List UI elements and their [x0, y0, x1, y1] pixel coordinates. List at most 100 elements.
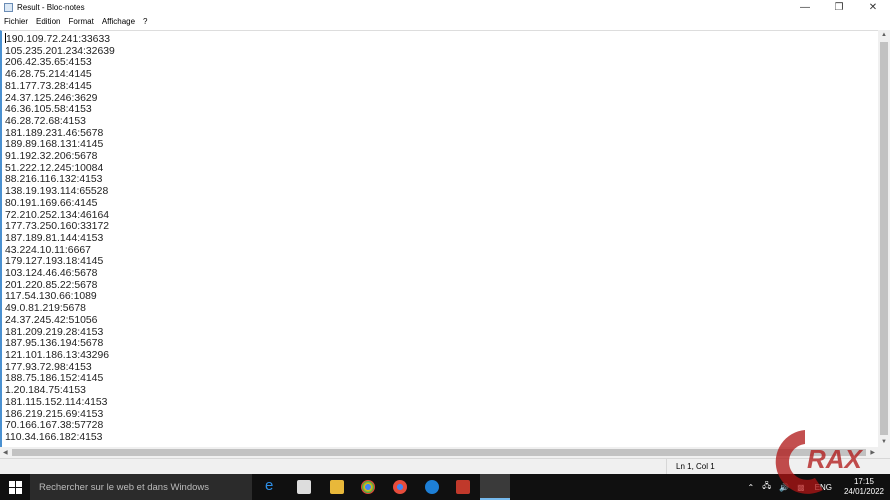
line-text: 81.177.73.28:4145	[5, 80, 92, 92]
chrome-icon[interactable]	[361, 480, 375, 494]
scroll-down-icon[interactable]: ▼	[881, 439, 887, 445]
network-icon[interactable]: 🖧	[758, 480, 775, 494]
line-text: 51.222.12.245:10084	[5, 162, 104, 174]
line-text: 24.37.125.246:3629	[5, 92, 98, 104]
text-line: 1.20.184.75:4153	[5, 385, 878, 397]
text-line: 46.28.72.68:4153	[5, 116, 878, 128]
scroll-right-icon[interactable]: ▶	[870, 449, 875, 456]
close-icon[interactable]: ✕	[856, 0, 890, 14]
line-text: 88.216.116.132:4153	[5, 174, 103, 186]
text-line: 91.192.32.206:5678	[5, 151, 878, 163]
line-text: 188.75.186.152:4145	[5, 373, 104, 385]
chevron-up-icon[interactable]: ⌃	[744, 483, 759, 492]
window-title: Result - Bloc-notes	[17, 2, 85, 12]
status-bar: Ln 1, Col 1	[0, 458, 890, 475]
text-line: 81.177.73.28:4145	[5, 81, 878, 93]
text-line: 181.115.152.114:4153	[5, 397, 878, 409]
line-text: 70.166.167.38:57728	[5, 420, 104, 432]
line-text: 1.20.184.75:4153	[5, 385, 86, 397]
menu-bar: Fichier Edition Format Affichage ?	[0, 14, 890, 28]
line-text: 177.73.250.160:33172	[5, 221, 110, 233]
notification-icon[interactable]: ▩	[793, 483, 809, 492]
scroll-up-icon[interactable]: ▲	[881, 32, 887, 38]
line-text: 187.95.136.194:5678	[5, 338, 104, 350]
windows-start-icon[interactable]	[0, 474, 30, 500]
volume-icon[interactable]: 🔊	[775, 483, 793, 492]
scroll-corner	[878, 447, 890, 458]
text-line: 138.19.193.114:65528	[5, 186, 878, 198]
text-line: 189.89.168.131:4145	[5, 139, 878, 151]
line-text: 103.124.46.46:5678	[5, 268, 98, 280]
horizontal-scrollbar[interactable]: ◀ ▶	[0, 447, 878, 458]
scroll-left-icon[interactable]: ◀	[3, 449, 8, 456]
title-bar: Result - Bloc-notes — ❐ ✕	[0, 0, 890, 14]
text-line: 206.42.35.65:4153	[5, 57, 878, 69]
line-text: 181.209.219.28:4153	[5, 326, 104, 338]
line-text: 43.224.10.11:6667	[5, 244, 91, 256]
menu-affichage[interactable]: Affichage	[98, 17, 139, 26]
globe-icon[interactable]	[425, 480, 439, 494]
text-line: 24.37.125.246:3629	[5, 93, 878, 105]
line-text: 181.189.231.46:5678	[5, 127, 104, 139]
line-text: 46.28.75.214:4145	[5, 69, 92, 81]
app-icon[interactable]	[456, 480, 470, 494]
horizontal-scroll-thumb[interactable]	[12, 449, 866, 456]
menu-format[interactable]: Format	[64, 17, 97, 26]
store-icon[interactable]	[297, 480, 311, 494]
menu-help[interactable]: ?	[139, 17, 151, 26]
taskbar: Rechercher sur le web et dans Windows e …	[0, 474, 890, 500]
status-divider	[666, 459, 667, 475]
language-indicator[interactable]: ENG	[809, 483, 838, 492]
edge-icon[interactable]: e	[265, 477, 279, 494]
vertical-scroll-thumb[interactable]	[880, 42, 888, 435]
minimize-icon[interactable]: —	[788, 0, 822, 14]
text-line: 201.220.85.22:5678	[5, 280, 878, 292]
line-text: 201.220.85.22:5678	[5, 279, 98, 291]
cursor-position: Ln 1, Col 1	[676, 462, 715, 471]
menu-edition[interactable]: Edition	[32, 17, 64, 26]
line-text: 24.37.245.42:51056	[5, 314, 98, 326]
text-line: 70.166.167.38:57728	[5, 420, 878, 432]
taskbar-search[interactable]: Rechercher sur le web et dans Windows	[30, 474, 252, 500]
text-line: 179.127.193.18:4145	[5, 256, 878, 268]
line-text: 187.189.81.144:4153	[5, 232, 104, 244]
line-text: 138.19.193.114:65528	[5, 186, 109, 198]
menu-fichier[interactable]: Fichier	[0, 17, 32, 26]
system-tray: ⌃ 🖧 🔊 ▩ ENG 17:15 24/01/2022	[744, 474, 890, 500]
line-text: 46.28.72.68:4153	[5, 115, 86, 127]
restore-icon[interactable]: ❐	[822, 0, 856, 14]
line-text: 189.89.168.131:4145	[5, 139, 104, 151]
text-line: 187.189.81.144:4153	[5, 233, 878, 245]
text-line: 121.101.186.13:43296	[5, 350, 878, 362]
text-line: 88.216.116.132:4153	[5, 174, 878, 186]
text-line: 177.73.250.160:33172	[5, 221, 878, 233]
text-line: 117.54.130.66:1089	[5, 291, 878, 303]
line-text: 110.34.166.182:4153	[5, 431, 103, 443]
text-editor[interactable]: 190.109.72.241:33633 105.235.201.234:3263…	[0, 30, 878, 447]
browser-icon[interactable]	[393, 480, 407, 494]
text-line: 24.37.245.42:51056	[5, 315, 878, 327]
text-line: 105.235.201.234:32639	[5, 46, 878, 58]
text-line: 181.189.231.46:5678	[5, 128, 878, 140]
file-explorer-icon[interactable]	[330, 480, 344, 494]
clock-time: 17:15	[853, 477, 875, 486]
line-text: 179.127.193.18:4145	[5, 256, 104, 268]
notepad-icon	[4, 2, 13, 12]
line-text: 206.42.35.65:4153	[5, 57, 92, 69]
text-line: 46.28.75.214:4145	[5, 69, 878, 81]
text-line: 43.224.10.11:6667	[5, 245, 878, 257]
line-text: 177.93.72.98:4153	[5, 361, 92, 373]
line-text: 105.235.201.234:32639	[5, 45, 115, 57]
text-line: 187.95.136.194:5678	[5, 338, 878, 350]
text-line: 80.191.169.66:4145	[5, 198, 878, 210]
notepad-taskbar-button[interactable]	[480, 474, 510, 500]
line-text: 46.36.105.58:4153	[5, 104, 92, 116]
text-line: 190.109.72.241:33633	[5, 33, 878, 46]
text-line: 51.222.12.245:10084	[5, 163, 878, 175]
line-text: 91.192.32.206:5678	[5, 151, 98, 163]
line-text: 186.219.215.69:4153	[5, 408, 104, 420]
clock[interactable]: 17:15 24/01/2022	[838, 477, 890, 497]
vertical-scrollbar[interactable]: ▲ ▼	[878, 30, 890, 447]
text-line: 181.209.219.28:4153	[5, 327, 878, 339]
line-text: 117.54.130.66:1089	[5, 291, 97, 303]
